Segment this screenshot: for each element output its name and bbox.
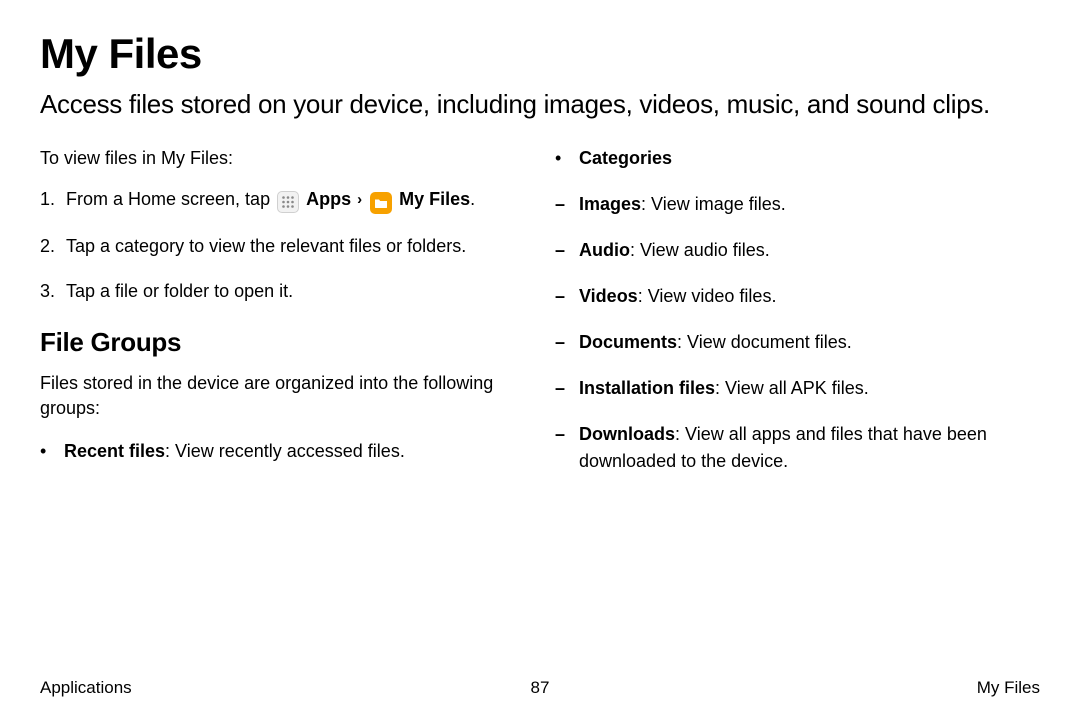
step-1: From a Home screen, tap Apps › <box>40 187 525 214</box>
list-item: Videos: View video files. <box>555 283 1040 309</box>
dash-icon <box>555 283 579 309</box>
categories-heading: Categories <box>579 146 672 171</box>
recent-files-label: Recent files <box>64 441 165 461</box>
folder-icon <box>370 192 392 214</box>
left-column: To view files in My Files: From a Home s… <box>40 146 525 494</box>
right-column: Categories Images: View image files. Aud… <box>555 146 1040 494</box>
chevron-right-icon: › <box>357 191 362 208</box>
list-item: Documents: View document files. <box>555 329 1040 355</box>
footer-right: My Files <box>977 678 1040 698</box>
list-item: Recent files: View recently accessed fil… <box>40 439 525 464</box>
dash-icon <box>555 375 579 401</box>
page-footer: Applications 87 My Files <box>40 678 1040 698</box>
footer-left: Applications <box>40 678 132 698</box>
page-title: My Files <box>40 30 1040 78</box>
step-3: Tap a file or folder to open it. <box>40 279 525 304</box>
file-groups-desc: Files stored in the device are organized… <box>40 371 525 421</box>
steps-list: From a Home screen, tap Apps › <box>40 187 525 304</box>
file-groups-heading: File Groups <box>40 324 525 360</box>
list-item: Installation files: View all APK files. <box>555 375 1040 401</box>
dash-icon <box>555 421 579 473</box>
dash-icon <box>555 191 579 217</box>
file-groups-list: Recent files: View recently accessed fil… <box>40 439 525 464</box>
categories-list: Images: View image files. Audio: View au… <box>555 191 1040 474</box>
step-2: Tap a category to view the relevant file… <box>40 234 525 259</box>
list-item: Audio: View audio files. <box>555 237 1040 263</box>
dash-icon <box>555 237 579 263</box>
list-item: Images: View image files. <box>555 191 1040 217</box>
step-1-apps-label: Apps <box>306 189 351 209</box>
instructions-lead: To view files in My Files: <box>40 146 525 171</box>
step-1-pre: From a Home screen, tap <box>66 189 275 209</box>
list-item: Downloads: View all apps and files that … <box>555 421 1040 473</box>
step-1-period: . <box>470 189 475 209</box>
page-subtitle: Access files stored on your device, incl… <box>40 88 1040 122</box>
footer-page-number: 87 <box>531 678 550 698</box>
list-item: Categories <box>555 146 1040 171</box>
dash-icon <box>555 329 579 355</box>
content-columns: To view files in My Files: From a Home s… <box>40 146 1040 494</box>
apps-icon <box>277 191 299 213</box>
categories-bullet: Categories <box>555 146 1040 171</box>
step-1-myfiles-label: My Files <box>399 189 470 209</box>
bullet-icon <box>555 146 579 171</box>
bullet-icon <box>40 439 64 464</box>
recent-files-desc: : View recently accessed files. <box>165 441 405 461</box>
